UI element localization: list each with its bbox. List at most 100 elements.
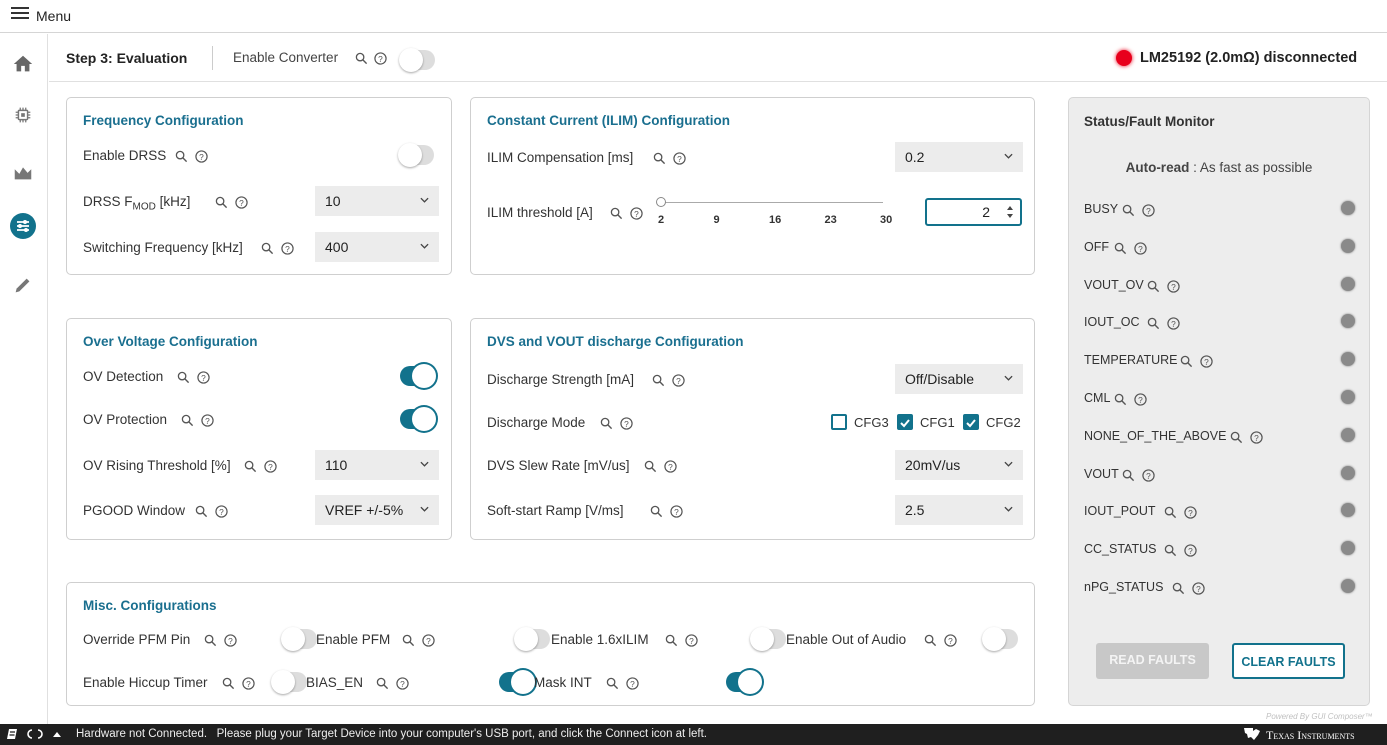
clear-faults-button[interactable]: CLEAR FAULTS <box>1232 643 1345 679</box>
help-icon[interactable]: ? <box>242 677 255 690</box>
search-icon[interactable] <box>644 460 657 473</box>
help-icon[interactable]: ? <box>672 374 685 387</box>
cfg1-checkbox[interactable] <box>897 414 913 430</box>
help-icon[interactable]: ? <box>224 634 237 647</box>
help-icon[interactable]: ? <box>630 207 643 220</box>
help-icon[interactable]: ? <box>201 414 214 427</box>
search-icon[interactable] <box>606 677 619 690</box>
mask-int-toggle[interactable] <box>726 670 762 694</box>
search-icon[interactable] <box>1122 469 1135 482</box>
help-icon[interactable]: ? <box>1200 355 1213 368</box>
dvs-slew-rate-select[interactable]: 20mV/us <box>895 450 1023 480</box>
help-icon[interactable]: ? <box>626 677 639 690</box>
search-icon[interactable] <box>610 207 623 220</box>
help-icon[interactable]: ? <box>944 634 957 647</box>
ov-protection-toggle[interactable] <box>400 407 436 431</box>
enable-drss-toggle[interactable] <box>398 143 434 167</box>
search-icon[interactable] <box>355 52 368 65</box>
expand-up-icon[interactable] <box>52 730 62 738</box>
search-icon[interactable] <box>177 371 190 384</box>
search-icon[interactable] <box>1147 280 1160 293</box>
ov-rising-threshold-select[interactable]: 110 <box>315 450 439 480</box>
help-icon[interactable]: ? <box>664 460 677 473</box>
search-icon[interactable] <box>402 634 415 647</box>
search-icon[interactable] <box>1230 431 1243 444</box>
enable-pfm-toggle[interactable] <box>514 627 550 651</box>
help-icon[interactable]: ? <box>673 152 686 165</box>
search-icon[interactable] <box>1172 582 1185 595</box>
help-icon[interactable]: ? <box>374 52 387 65</box>
ov-detection-toggle[interactable] <box>400 364 436 388</box>
help-icon[interactable]: ? <box>620 417 633 430</box>
bias-en-toggle[interactable] <box>499 670 535 694</box>
help-icon[interactable]: ? <box>281 242 294 255</box>
auto-read-setting[interactable]: Auto-read : As fast as possible <box>1069 160 1369 175</box>
enable-out-of-audio-toggle[interactable] <box>982 627 1018 651</box>
search-icon[interactable] <box>1114 242 1127 255</box>
help-icon[interactable]: ? <box>1134 393 1147 406</box>
help-icon[interactable]: ? <box>264 460 277 473</box>
switching-frequency-select[interactable]: 400 <box>315 232 439 262</box>
help-icon[interactable]: ? <box>197 371 210 384</box>
help-icon[interactable]: ? <box>422 634 435 647</box>
search-icon[interactable] <box>650 505 663 518</box>
help-icon[interactable]: ? <box>670 505 683 518</box>
search-icon[interactable] <box>376 677 389 690</box>
help-icon[interactable]: ? <box>195 150 208 163</box>
spinner-arrows-icon[interactable] <box>1006 204 1014 220</box>
soft-start-ramp-select[interactable]: 2.5 <box>895 495 1023 525</box>
help-icon[interactable]: ? <box>1142 468 1155 482</box>
search-icon[interactable] <box>204 634 217 647</box>
search-icon[interactable] <box>1164 544 1177 557</box>
help-icon[interactable]: ? <box>1192 582 1205 595</box>
help-icon[interactable]: ? <box>396 677 409 690</box>
help-icon[interactable]: ? <box>1250 431 1263 444</box>
search-icon[interactable] <box>175 150 188 163</box>
search-icon[interactable] <box>652 374 665 387</box>
search-icon[interactable] <box>222 677 235 690</box>
hamburger-menu-icon[interactable] <box>11 7 29 21</box>
search-icon[interactable] <box>261 242 274 255</box>
search-icon[interactable] <box>1122 204 1135 217</box>
help-icon[interactable]: ? <box>1184 544 1197 557</box>
help-icon[interactable]: ? <box>1184 506 1197 520</box>
enable-1-6x-ilim-toggle[interactable] <box>750 627 786 651</box>
ilim-threshold-slider[interactable]: 2 9 16 23 30 <box>656 194 892 234</box>
search-icon[interactable] <box>244 460 257 473</box>
search-icon[interactable] <box>924 634 937 647</box>
tune-icon[interactable] <box>10 213 36 239</box>
search-icon[interactable] <box>1164 506 1177 519</box>
search-icon[interactable] <box>1180 355 1193 368</box>
home-icon[interactable] <box>12 53 34 75</box>
pencil-icon[interactable] <box>12 274 34 296</box>
connect-icon[interactable] <box>26 728 44 740</box>
search-icon[interactable] <box>215 196 228 209</box>
console-icon[interactable] <box>6 728 18 740</box>
search-icon[interactable] <box>600 417 613 430</box>
discharge-strength-select[interactable]: Off/Disable <box>895 364 1023 394</box>
help-icon[interactable]: ? <box>685 634 698 647</box>
ilim-threshold-input[interactable]: 2 <box>925 198 1022 226</box>
cfg3-checkbox[interactable] <box>831 414 847 430</box>
search-icon[interactable] <box>665 634 678 647</box>
search-icon[interactable] <box>1114 393 1127 406</box>
pgood-window-select[interactable]: VREF +/-5% <box>315 495 439 525</box>
drss-fmod-select[interactable]: 10 <box>315 186 439 216</box>
override-pfm-toggle[interactable] <box>281 627 317 651</box>
help-icon[interactable]: ? <box>1167 279 1180 293</box>
search-icon[interactable] <box>181 414 194 427</box>
chip-icon[interactable] <box>12 104 34 126</box>
cfg2-checkbox[interactable] <box>963 414 979 430</box>
search-icon[interactable] <box>1147 317 1160 330</box>
menu-label[interactable]: Menu <box>36 8 71 24</box>
enable-hiccup-timer-toggle[interactable] <box>271 670 307 694</box>
help-icon[interactable]: ? <box>235 196 248 209</box>
search-icon[interactable] <box>653 152 666 165</box>
help-icon[interactable]: ? <box>1167 317 1180 331</box>
help-icon[interactable]: ? <box>1134 242 1147 255</box>
enable-converter-toggle[interactable] <box>399 48 435 72</box>
read-faults-button[interactable]: READ FAULTS <box>1096 643 1209 679</box>
help-icon[interactable]: ? <box>215 505 228 518</box>
slider-thumb[interactable] <box>656 197 666 207</box>
ilim-compensation-select[interactable]: 0.2 <box>895 142 1023 172</box>
